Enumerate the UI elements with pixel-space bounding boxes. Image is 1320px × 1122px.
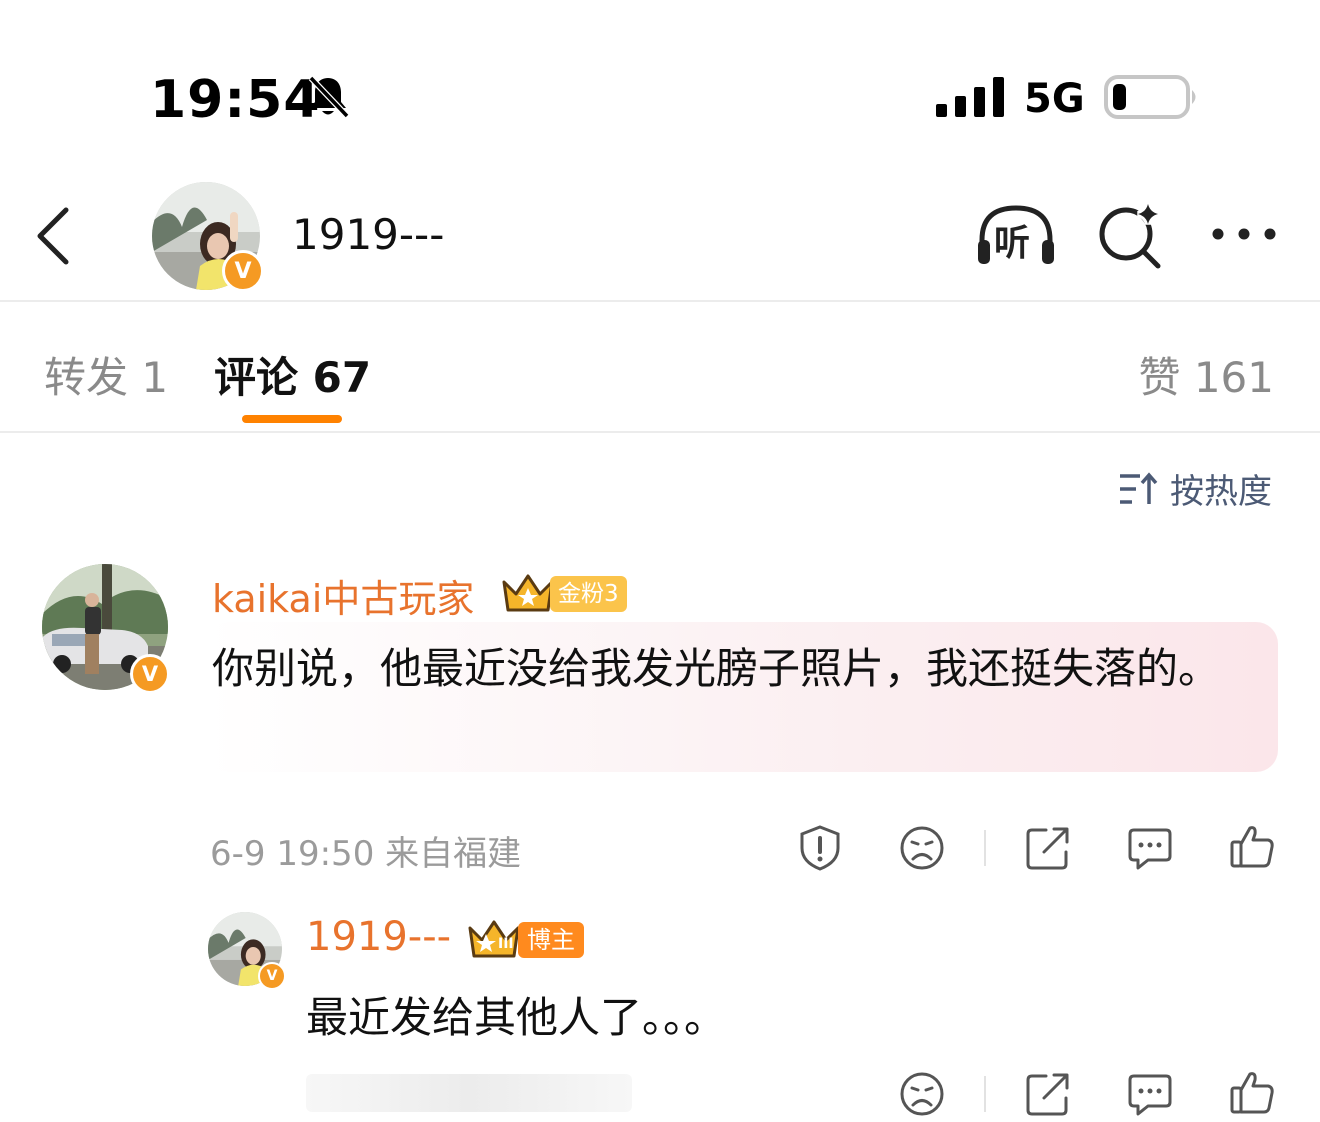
reply-icon[interactable] — [1126, 1070, 1174, 1118]
reply-author-name[interactable]: 1919--- — [306, 914, 451, 960]
share-icon[interactable] — [1024, 824, 1072, 872]
like-icon[interactable] — [1228, 1068, 1276, 1116]
dislike-icon[interactable] — [898, 824, 946, 872]
sort-button[interactable]: 按热度 — [1118, 464, 1272, 513]
signal-icon — [936, 77, 1004, 117]
tab-like[interactable]: 赞 161 — [1138, 344, 1274, 405]
crown-level: III — [498, 936, 514, 952]
action-separator — [984, 830, 986, 866]
status-time: 19:54 — [150, 70, 321, 130]
header-title[interactable]: 1919--- — [292, 210, 444, 259]
verified-badge: V — [130, 654, 170, 694]
like-icon[interactable] — [1228, 822, 1276, 870]
verified-badge: V — [222, 250, 264, 292]
dislike-icon[interactable] — [898, 1070, 946, 1118]
sort-icon — [1120, 471, 1158, 504]
reply-text: 最近发给其他人了。。。 — [306, 993, 727, 1042]
header-divider — [0, 300, 1320, 302]
search-sparkle-icon[interactable] — [1096, 200, 1166, 270]
reply-meta-blurred — [306, 1074, 632, 1112]
listen-button[interactable]: 听 — [974, 200, 1058, 270]
more-icon[interactable] — [1208, 218, 1280, 250]
tab-comment[interactable]: 评论 67 — [214, 344, 371, 405]
blogger-badge: 博主 — [518, 922, 584, 958]
comment-meta: 6-9 19:50 来自福建 — [210, 834, 522, 874]
crown-icon — [502, 574, 554, 612]
listen-label: 听 — [994, 223, 1031, 264]
tab-repost[interactable]: 转发 1 — [44, 344, 168, 405]
tab-active-indicator — [242, 415, 342, 423]
comment-text: 你别说，他最近没给我发光膀子照片，我还挺失落的。 — [212, 644, 1221, 693]
verified-badge: V — [258, 962, 286, 990]
battery-icon — [1104, 75, 1196, 119]
network-type: 5G — [1024, 76, 1085, 122]
bell-slash-icon — [308, 75, 350, 119]
reply-icon[interactable] — [1126, 824, 1174, 872]
fan-badge: 金粉3 — [550, 576, 627, 612]
report-icon[interactable] — [796, 824, 844, 872]
commenter-name[interactable]: kaikai中古玩家 — [212, 568, 474, 623]
action-separator — [984, 1076, 986, 1112]
sort-label: 按热度 — [1170, 472, 1272, 512]
back-icon[interactable] — [30, 204, 80, 268]
share-icon[interactable] — [1024, 1070, 1072, 1118]
tabs-divider — [0, 431, 1320, 433]
